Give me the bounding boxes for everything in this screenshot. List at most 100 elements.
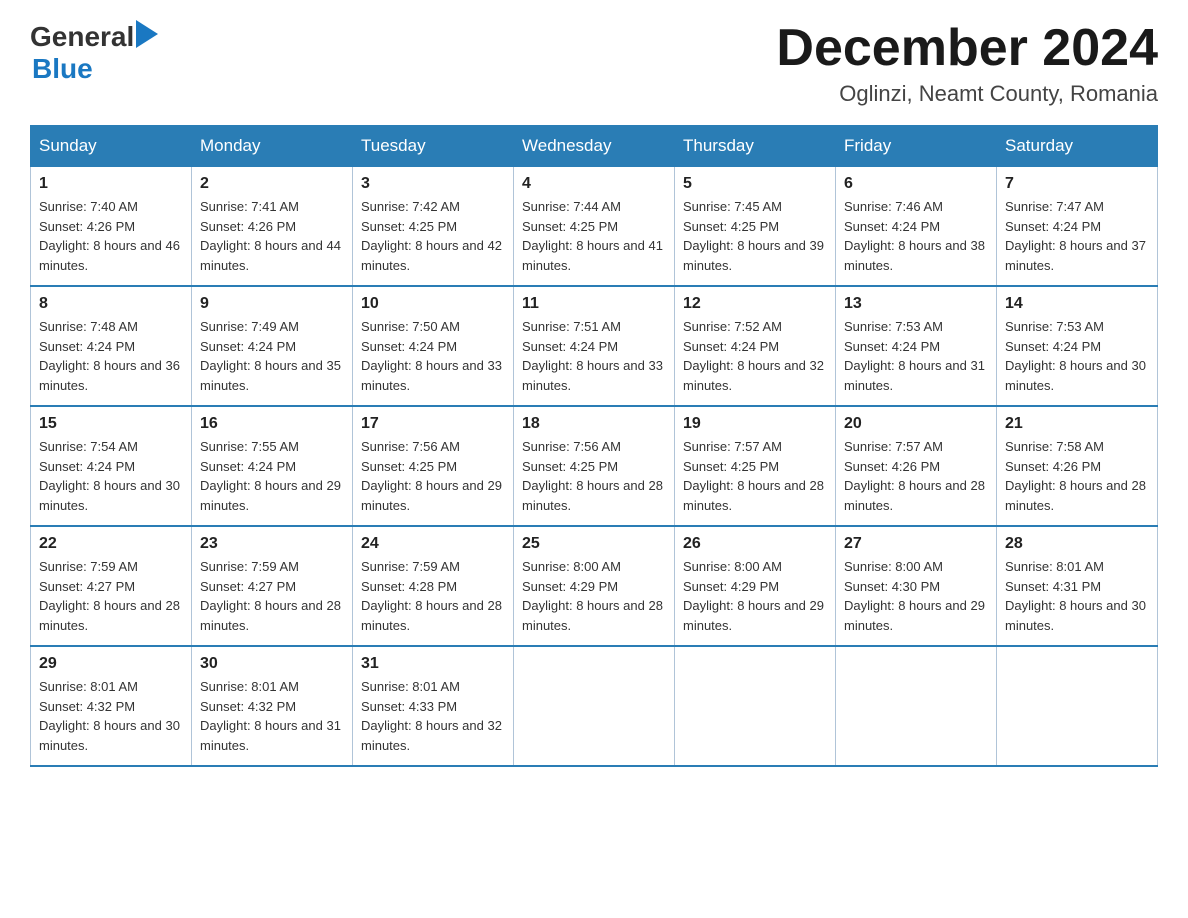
sunrise-label: Sunrise: 7:56 AM bbox=[361, 439, 460, 454]
day-info: Sunrise: 7:56 AM Sunset: 4:25 PM Dayligh… bbox=[522, 437, 666, 515]
sunrise-label: Sunrise: 7:45 AM bbox=[683, 199, 782, 214]
day-number: 12 bbox=[683, 295, 827, 313]
daylight-label: Daylight: 8 hours and 30 minutes. bbox=[39, 478, 180, 513]
daylight-label: Daylight: 8 hours and 46 minutes. bbox=[39, 238, 180, 273]
logo-arrow-icon bbox=[136, 20, 158, 48]
title-section: December 2024 Oglinzi, Neamt County, Rom… bbox=[776, 20, 1158, 107]
daylight-label: Daylight: 8 hours and 39 minutes. bbox=[683, 238, 824, 273]
day-info: Sunrise: 8:01 AM Sunset: 4:32 PM Dayligh… bbox=[200, 677, 344, 755]
sunrise-label: Sunrise: 8:01 AM bbox=[39, 679, 138, 694]
sunset-label: Sunset: 4:25 PM bbox=[683, 459, 779, 474]
col-saturday: Saturday bbox=[997, 126, 1158, 167]
table-row: 28 Sunrise: 8:01 AM Sunset: 4:31 PM Dayl… bbox=[997, 526, 1158, 646]
day-info: Sunrise: 7:53 AM Sunset: 4:24 PM Dayligh… bbox=[844, 317, 988, 395]
day-number: 16 bbox=[200, 415, 344, 433]
month-title: December 2024 bbox=[776, 20, 1158, 77]
daylight-label: Daylight: 8 hours and 28 minutes. bbox=[683, 478, 824, 513]
day-info: Sunrise: 7:59 AM Sunset: 4:27 PM Dayligh… bbox=[200, 557, 344, 635]
daylight-label: Daylight: 8 hours and 44 minutes. bbox=[200, 238, 341, 273]
calendar-header-row: Sunday Monday Tuesday Wednesday Thursday… bbox=[31, 126, 1158, 167]
table-row: 3 Sunrise: 7:42 AM Sunset: 4:25 PM Dayli… bbox=[353, 167, 514, 287]
daylight-label: Daylight: 8 hours and 28 minutes. bbox=[1005, 478, 1146, 513]
day-info: Sunrise: 7:44 AM Sunset: 4:25 PM Dayligh… bbox=[522, 197, 666, 275]
day-number: 23 bbox=[200, 535, 344, 553]
day-info: Sunrise: 7:56 AM Sunset: 4:25 PM Dayligh… bbox=[361, 437, 505, 515]
daylight-label: Daylight: 8 hours and 28 minutes. bbox=[361, 598, 502, 633]
col-tuesday: Tuesday bbox=[353, 126, 514, 167]
table-row: 21 Sunrise: 7:58 AM Sunset: 4:26 PM Dayl… bbox=[997, 406, 1158, 526]
daylight-label: Daylight: 8 hours and 33 minutes. bbox=[522, 358, 663, 393]
calendar-week-row: 15 Sunrise: 7:54 AM Sunset: 4:24 PM Dayl… bbox=[31, 406, 1158, 526]
daylight-label: Daylight: 8 hours and 35 minutes. bbox=[200, 358, 341, 393]
table-row: 26 Sunrise: 8:00 AM Sunset: 4:29 PM Dayl… bbox=[675, 526, 836, 646]
sunset-label: Sunset: 4:25 PM bbox=[683, 219, 779, 234]
table-row: 24 Sunrise: 7:59 AM Sunset: 4:28 PM Dayl… bbox=[353, 526, 514, 646]
calendar-week-row: 8 Sunrise: 7:48 AM Sunset: 4:24 PM Dayli… bbox=[31, 286, 1158, 406]
sunset-label: Sunset: 4:25 PM bbox=[361, 219, 457, 234]
day-number: 21 bbox=[1005, 415, 1149, 433]
day-number: 30 bbox=[200, 655, 344, 673]
logo: General Blue bbox=[30, 20, 158, 85]
day-number: 3 bbox=[361, 175, 505, 193]
calendar-table: Sunday Monday Tuesday Wednesday Thursday… bbox=[30, 125, 1158, 767]
sunset-label: Sunset: 4:29 PM bbox=[522, 579, 618, 594]
day-number: 5 bbox=[683, 175, 827, 193]
day-number: 6 bbox=[844, 175, 988, 193]
sunset-label: Sunset: 4:25 PM bbox=[522, 459, 618, 474]
table-row: 4 Sunrise: 7:44 AM Sunset: 4:25 PM Dayli… bbox=[514, 167, 675, 287]
table-row: 13 Sunrise: 7:53 AM Sunset: 4:24 PM Dayl… bbox=[836, 286, 997, 406]
day-number: 31 bbox=[361, 655, 505, 673]
day-info: Sunrise: 8:01 AM Sunset: 4:32 PM Dayligh… bbox=[39, 677, 183, 755]
table-row: 25 Sunrise: 8:00 AM Sunset: 4:29 PM Dayl… bbox=[514, 526, 675, 646]
day-number: 20 bbox=[844, 415, 988, 433]
table-row: 2 Sunrise: 7:41 AM Sunset: 4:26 PM Dayli… bbox=[192, 167, 353, 287]
daylight-label: Daylight: 8 hours and 28 minutes. bbox=[39, 598, 180, 633]
sunset-label: Sunset: 4:26 PM bbox=[1005, 459, 1101, 474]
sunset-label: Sunset: 4:24 PM bbox=[844, 339, 940, 354]
table-row: 30 Sunrise: 8:01 AM Sunset: 4:32 PM Dayl… bbox=[192, 646, 353, 766]
sunrise-label: Sunrise: 7:54 AM bbox=[39, 439, 138, 454]
day-number: 7 bbox=[1005, 175, 1149, 193]
sunset-label: Sunset: 4:27 PM bbox=[200, 579, 296, 594]
daylight-label: Daylight: 8 hours and 29 minutes. bbox=[200, 478, 341, 513]
day-info: Sunrise: 7:48 AM Sunset: 4:24 PM Dayligh… bbox=[39, 317, 183, 395]
day-info: Sunrise: 7:53 AM Sunset: 4:24 PM Dayligh… bbox=[1005, 317, 1149, 395]
day-info: Sunrise: 7:54 AM Sunset: 4:24 PM Dayligh… bbox=[39, 437, 183, 515]
sunset-label: Sunset: 4:24 PM bbox=[200, 459, 296, 474]
sunrise-label: Sunrise: 7:56 AM bbox=[522, 439, 621, 454]
day-number: 17 bbox=[361, 415, 505, 433]
sunrise-label: Sunrise: 7:59 AM bbox=[200, 559, 299, 574]
table-row: 9 Sunrise: 7:49 AM Sunset: 4:24 PM Dayli… bbox=[192, 286, 353, 406]
day-info: Sunrise: 8:01 AM Sunset: 4:33 PM Dayligh… bbox=[361, 677, 505, 755]
daylight-label: Daylight: 8 hours and 32 minutes. bbox=[361, 718, 502, 753]
daylight-label: Daylight: 8 hours and 38 minutes. bbox=[844, 238, 985, 273]
logo-blue-text: Blue bbox=[32, 53, 93, 84]
sunrise-label: Sunrise: 7:47 AM bbox=[1005, 199, 1104, 214]
sunrise-label: Sunrise: 7:52 AM bbox=[683, 319, 782, 334]
sunrise-label: Sunrise: 7:44 AM bbox=[522, 199, 621, 214]
sunset-label: Sunset: 4:31 PM bbox=[1005, 579, 1101, 594]
daylight-label: Daylight: 8 hours and 29 minutes. bbox=[844, 598, 985, 633]
sunset-label: Sunset: 4:32 PM bbox=[200, 699, 296, 714]
day-info: Sunrise: 8:01 AM Sunset: 4:31 PM Dayligh… bbox=[1005, 557, 1149, 635]
daylight-label: Daylight: 8 hours and 37 minutes. bbox=[1005, 238, 1146, 273]
daylight-label: Daylight: 8 hours and 28 minutes. bbox=[844, 478, 985, 513]
table-row: 11 Sunrise: 7:51 AM Sunset: 4:24 PM Dayl… bbox=[514, 286, 675, 406]
table-row: 7 Sunrise: 7:47 AM Sunset: 4:24 PM Dayli… bbox=[997, 167, 1158, 287]
sunset-label: Sunset: 4:24 PM bbox=[361, 339, 457, 354]
day-info: Sunrise: 7:46 AM Sunset: 4:24 PM Dayligh… bbox=[844, 197, 988, 275]
day-info: Sunrise: 7:55 AM Sunset: 4:24 PM Dayligh… bbox=[200, 437, 344, 515]
day-number: 29 bbox=[39, 655, 183, 673]
sunrise-label: Sunrise: 7:55 AM bbox=[200, 439, 299, 454]
sunrise-label: Sunrise: 7:51 AM bbox=[522, 319, 621, 334]
day-info: Sunrise: 8:00 AM Sunset: 4:29 PM Dayligh… bbox=[683, 557, 827, 635]
table-row: 17 Sunrise: 7:56 AM Sunset: 4:25 PM Dayl… bbox=[353, 406, 514, 526]
day-info: Sunrise: 8:00 AM Sunset: 4:30 PM Dayligh… bbox=[844, 557, 988, 635]
calendar-week-row: 1 Sunrise: 7:40 AM Sunset: 4:26 PM Dayli… bbox=[31, 167, 1158, 287]
day-number: 4 bbox=[522, 175, 666, 193]
sunrise-label: Sunrise: 8:01 AM bbox=[361, 679, 460, 694]
daylight-label: Daylight: 8 hours and 30 minutes. bbox=[39, 718, 180, 753]
location-subtitle: Oglinzi, Neamt County, Romania bbox=[776, 81, 1158, 107]
sunset-label: Sunset: 4:24 PM bbox=[522, 339, 618, 354]
day-number: 24 bbox=[361, 535, 505, 553]
